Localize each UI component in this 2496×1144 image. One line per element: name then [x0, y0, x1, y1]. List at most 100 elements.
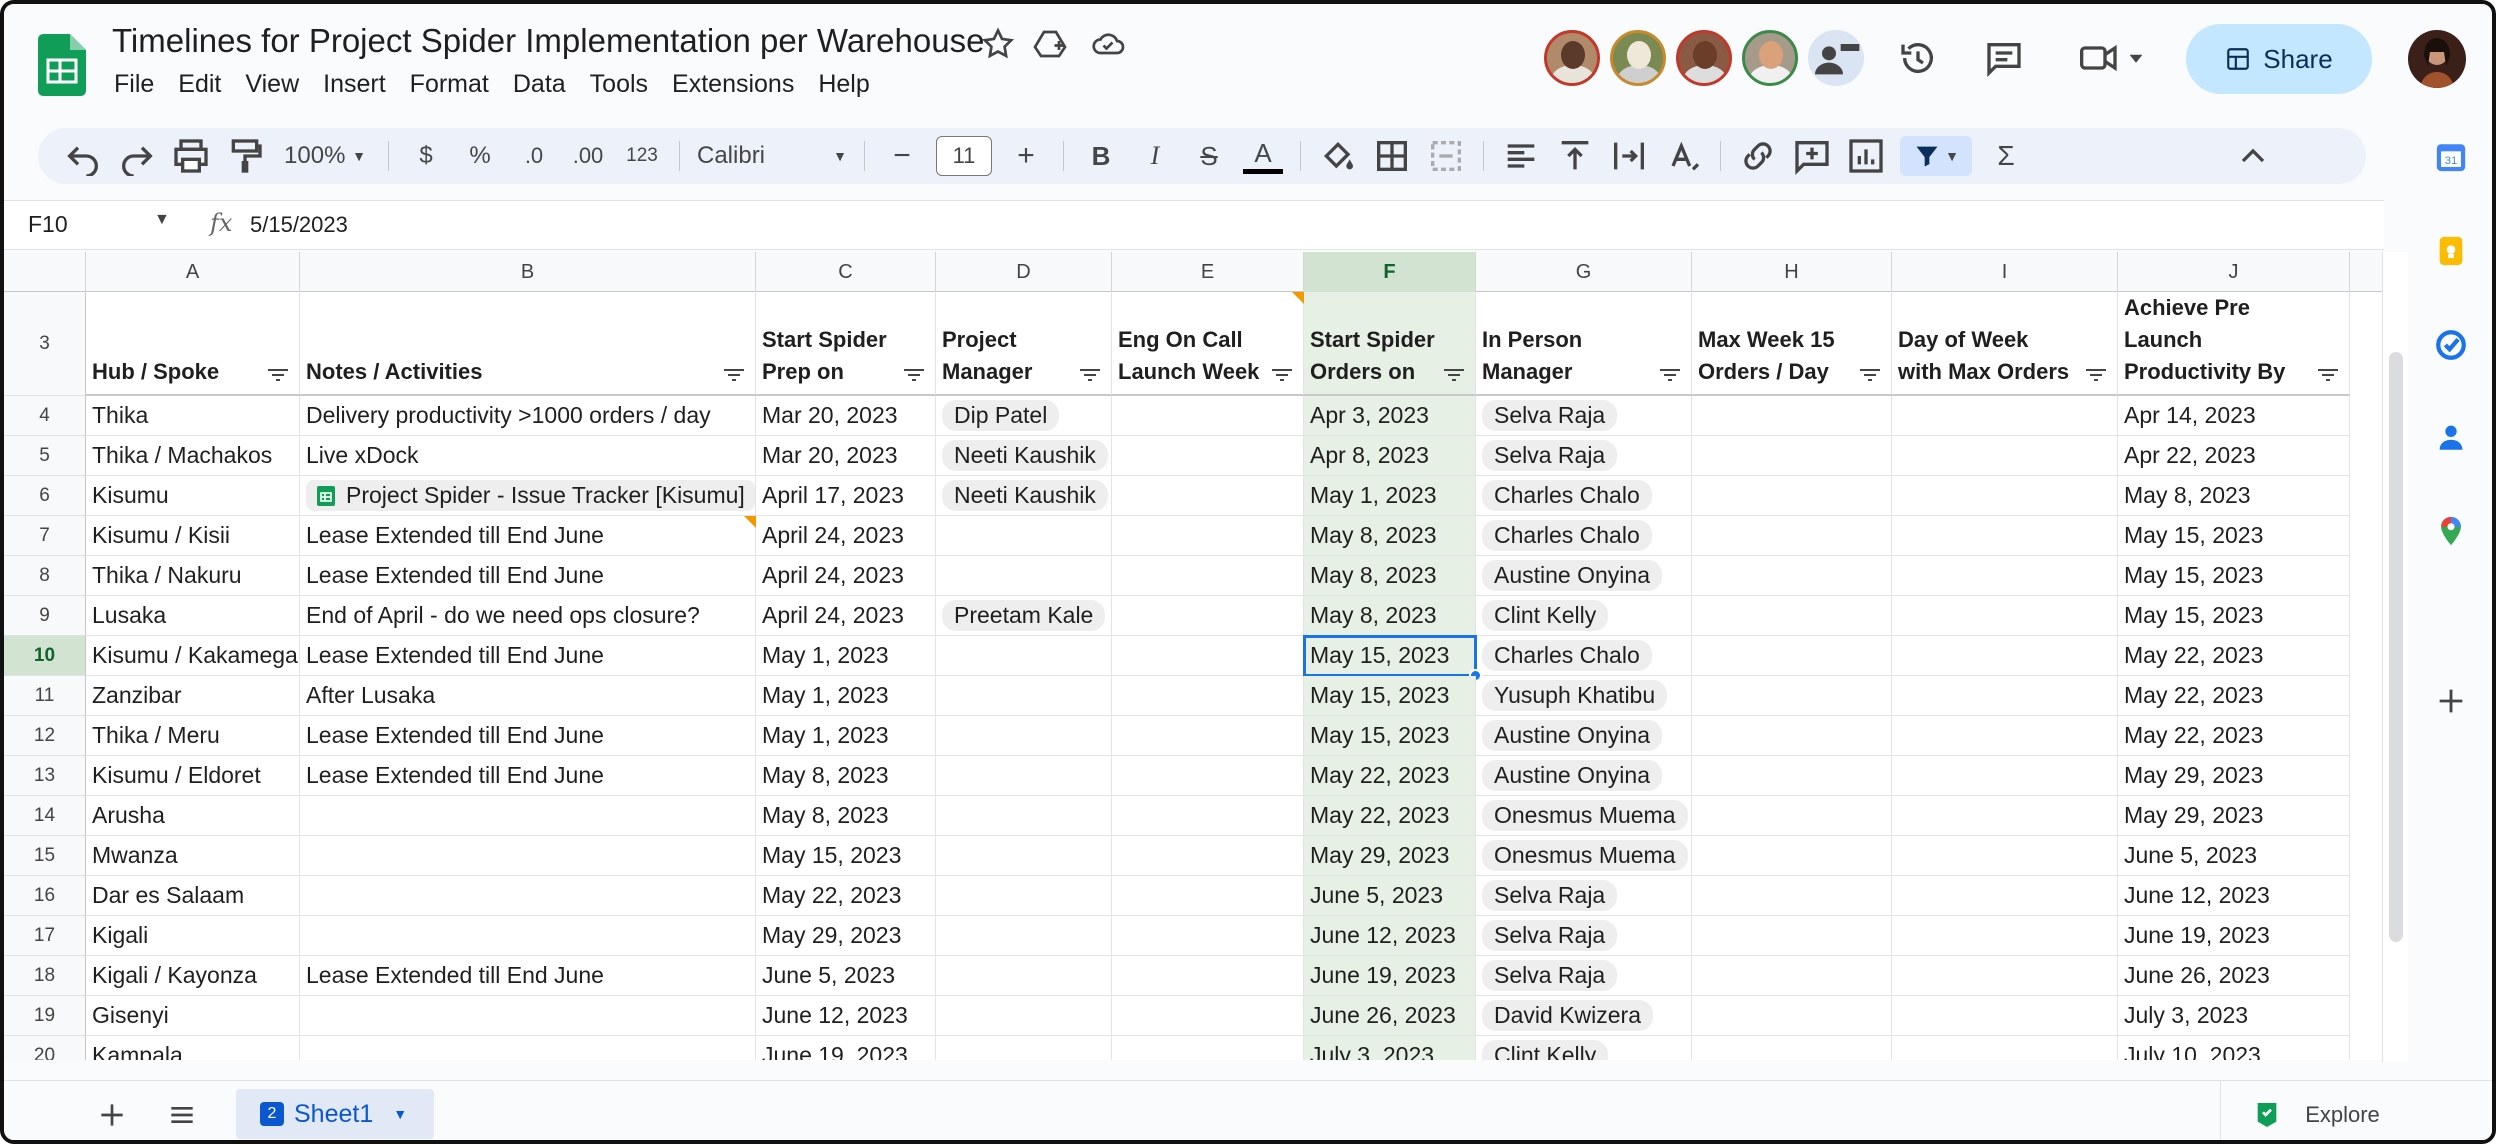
cell-h6[interactable]: [1692, 476, 1892, 516]
cell-j14[interactable]: May 29, 2023: [2118, 796, 2350, 836]
cell-g8[interactable]: Austine Onyina: [1476, 556, 1692, 596]
cell-g11[interactable]: Yusuph Khatibu: [1476, 676, 1692, 716]
text-color-button[interactable]: A: [1243, 138, 1283, 174]
cell-d9[interactable]: Preetam Kale: [936, 596, 1112, 636]
cell-j18[interactable]: June 26, 2023: [2118, 956, 2350, 996]
maps-icon[interactable]: [2434, 514, 2468, 548]
menu-insert[interactable]: Insert: [311, 68, 398, 101]
text-wrapping-icon[interactable]: [1609, 136, 1649, 176]
in-person-manager-chip[interactable]: Selva Raja: [1482, 400, 1618, 431]
cell-i9[interactable]: [1892, 596, 2118, 636]
cell-a9[interactable]: Lusaka: [86, 596, 300, 636]
cell-i8[interactable]: [1892, 556, 2118, 596]
filter-button[interactable]: ▼: [1900, 136, 1972, 176]
cell-d14[interactable]: [936, 796, 1112, 836]
column-filter-icon[interactable]: [903, 368, 925, 382]
print-icon[interactable]: [171, 136, 211, 176]
cell-e12[interactable]: [1112, 716, 1304, 756]
menu-view[interactable]: View: [233, 68, 311, 101]
cell-g9[interactable]: Clint Kelly: [1476, 596, 1692, 636]
header-cell-b[interactable]: Notes / Activities: [300, 292, 756, 396]
cell-a7[interactable]: Kisumu / Kisii: [86, 516, 300, 556]
strikethrough-button[interactable]: S: [1189, 136, 1229, 176]
cell-h17[interactable]: [1692, 916, 1892, 956]
row-header[interactable]: 9: [4, 596, 86, 636]
header-cell-g[interactable]: In Person Manager: [1476, 292, 1692, 396]
project-manager-chip[interactable]: Dip Patel: [942, 400, 1060, 431]
cell-b11[interactable]: After Lusaka: [300, 676, 756, 716]
row-header[interactable]: 16: [4, 876, 86, 916]
merge-cells-icon[interactable]: [1426, 136, 1466, 176]
cell-i13[interactable]: [1892, 756, 2118, 796]
cell-j7[interactable]: May 15, 2023: [2118, 516, 2350, 556]
cell-b9[interactable]: End of April - do we need ops closure?: [300, 596, 756, 636]
format-percent-button[interactable]: %: [460, 136, 500, 176]
cell-c20[interactable]: June 19, 2023: [756, 1036, 936, 1060]
cell-j9[interactable]: May 15, 2023: [2118, 596, 2350, 636]
cell-e11[interactable]: [1112, 676, 1304, 716]
select-all-corner[interactable]: [4, 252, 86, 292]
borders-icon[interactable]: [1372, 136, 1412, 176]
cell-a13[interactable]: Kisumu / Eldoret: [86, 756, 300, 796]
collaborator-avatar[interactable]: [1610, 30, 1666, 86]
cell-d12[interactable]: [936, 716, 1112, 756]
insert-chart-icon[interactable]: [1846, 136, 1886, 176]
cell-j8[interactable]: May 15, 2023: [2118, 556, 2350, 596]
cell-f10[interactable]: May 15, 2023: [1304, 636, 1476, 676]
cell-e17[interactable]: [1112, 916, 1304, 956]
column-header-d[interactable]: D: [936, 252, 1112, 292]
cell-g18[interactable]: Selva Raja: [1476, 956, 1692, 996]
cell-c14[interactable]: May 8, 2023: [756, 796, 936, 836]
cell-f13[interactable]: May 22, 2023: [1304, 756, 1476, 796]
cell-j13[interactable]: May 29, 2023: [2118, 756, 2350, 796]
cell-d18[interactable]: [936, 956, 1112, 996]
cell-e6[interactable]: [1112, 476, 1304, 516]
text-rotation-icon[interactable]: [1663, 136, 1703, 176]
project-manager-chip[interactable]: Neeti Kaushik: [942, 480, 1108, 511]
row-header[interactable]: 17: [4, 916, 86, 956]
cell-g5[interactable]: Selva Raja: [1476, 436, 1692, 476]
column-header-f[interactable]: F: [1304, 252, 1476, 292]
cell-a12[interactable]: Thika / Meru: [86, 716, 300, 756]
column-header-b[interactable]: B: [300, 252, 756, 292]
undo-icon[interactable]: [63, 136, 103, 176]
increase-decimal-button[interactable]: .00: [568, 136, 608, 176]
cell-h9[interactable]: [1692, 596, 1892, 636]
cell-h11[interactable]: [1692, 676, 1892, 716]
column-filter-icon[interactable]: [1659, 368, 1681, 382]
cell-c5[interactable]: Mar 20, 2023: [756, 436, 936, 476]
in-person-manager-chip[interactable]: Selva Raja: [1482, 440, 1618, 471]
in-person-manager-chip[interactable]: Charles Chalo: [1482, 640, 1652, 671]
row-header[interactable]: 6: [4, 476, 86, 516]
cell-c12[interactable]: May 1, 2023: [756, 716, 936, 756]
column-filter-icon[interactable]: [1859, 368, 1881, 382]
menu-format[interactable]: Format: [398, 68, 501, 101]
contacts-icon[interactable]: [2434, 420, 2468, 454]
cell-f16[interactable]: June 5, 2023: [1304, 876, 1476, 916]
column-header-h[interactable]: H: [1692, 252, 1892, 292]
cell-c11[interactable]: May 1, 2023: [756, 676, 936, 716]
italic-button[interactable]: I: [1135, 136, 1175, 176]
linked-file-chip[interactable]: Project Spider - Issue Tracker [Kisumu]: [306, 480, 755, 511]
cell-g19[interactable]: David Kwizera: [1476, 996, 1692, 1036]
collaborator-avatar[interactable]: [1676, 30, 1732, 86]
cell-j19[interactable]: July 3, 2023: [2118, 996, 2350, 1036]
cell-i18[interactable]: [1892, 956, 2118, 996]
header-cell-c[interactable]: Start Spider Prep on: [756, 292, 936, 396]
cell-h20[interactable]: [1692, 1036, 1892, 1060]
column-filter-icon[interactable]: [267, 368, 289, 382]
cell-h13[interactable]: [1692, 756, 1892, 796]
add-sheet-icon[interactable]: [96, 1099, 128, 1131]
cell-f6[interactable]: May 1, 2023: [1304, 476, 1476, 516]
formula-input[interactable]: 5/15/2023: [250, 212, 348, 238]
cell-j10[interactable]: May 22, 2023: [2118, 636, 2350, 676]
cell-h15[interactable]: [1692, 836, 1892, 876]
cell-b18[interactable]: Lease Extended till End June: [300, 956, 756, 996]
meet-present-icon[interactable]: [1808, 30, 1864, 86]
decrease-decimal-button[interactable]: .0: [514, 136, 554, 176]
row-header[interactable]: 10: [4, 636, 86, 676]
redo-icon[interactable]: [117, 136, 157, 176]
insert-comment-icon[interactable]: [1792, 136, 1832, 176]
cell-b4[interactable]: Delivery productivity >1000 orders / day: [300, 396, 756, 436]
sheet-tab-sheet1[interactable]: 2 Sheet1 ▼: [236, 1089, 434, 1139]
